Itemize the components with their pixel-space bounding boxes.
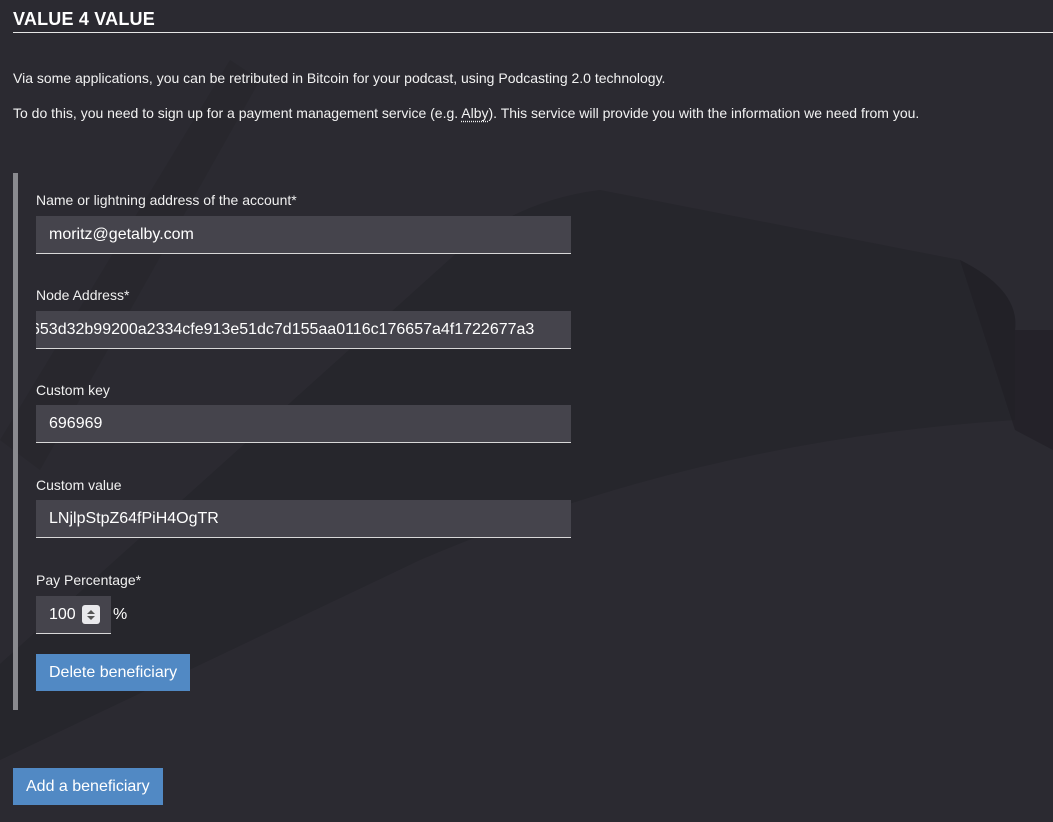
section-title: VALUE 4 VALUE <box>13 9 155 29</box>
name-label: Name or lightning address of the account… <box>36 192 297 208</box>
signup-instructions: To do this, you need to sign up for a pa… <box>13 105 919 121</box>
name-input[interactable]: moritz@getalby.com <box>36 216 571 254</box>
signup-text-after: ). This service will provide you with th… <box>488 105 920 121</box>
number-spinner[interactable] <box>82 605 100 624</box>
intro-text: Via some applications, you can be retrib… <box>13 70 666 86</box>
node-address-input[interactable]: 653d32b99200a2334cfe913e51dc7d155aa0116c… <box>36 311 571 349</box>
spin-up-icon[interactable] <box>87 609 95 614</box>
beneficiary-card: Name or lightning address of the account… <box>13 173 618 710</box>
custom-value-input[interactable]: LNjlpStpZ64fPiH4OgTR <box>36 500 571 538</box>
custom-key-label: Custom key <box>36 382 110 398</box>
pay-percentage-value: 100 <box>49 606 76 623</box>
add-beneficiary-button[interactable]: Add a beneficiary <box>13 768 163 805</box>
node-address-label: Node Address* <box>36 287 130 303</box>
pay-percentage-group: 100 % <box>36 596 127 634</box>
custom-value-label: Custom value <box>36 477 122 493</box>
pay-percentage-label: Pay Percentage* <box>36 572 142 588</box>
spin-down-icon[interactable] <box>87 615 95 620</box>
delete-beneficiary-button[interactable]: Delete beneficiary <box>36 654 191 691</box>
custom-key-input[interactable]: 696969 <box>36 405 571 443</box>
title-divider <box>13 32 1053 33</box>
percent-unit: % <box>113 606 128 623</box>
alby-link[interactable]: Alby <box>461 105 488 121</box>
pay-percentage-input[interactable]: 100 <box>36 596 111 634</box>
signup-text-before: To do this, you need to sign up for a pa… <box>13 105 462 121</box>
